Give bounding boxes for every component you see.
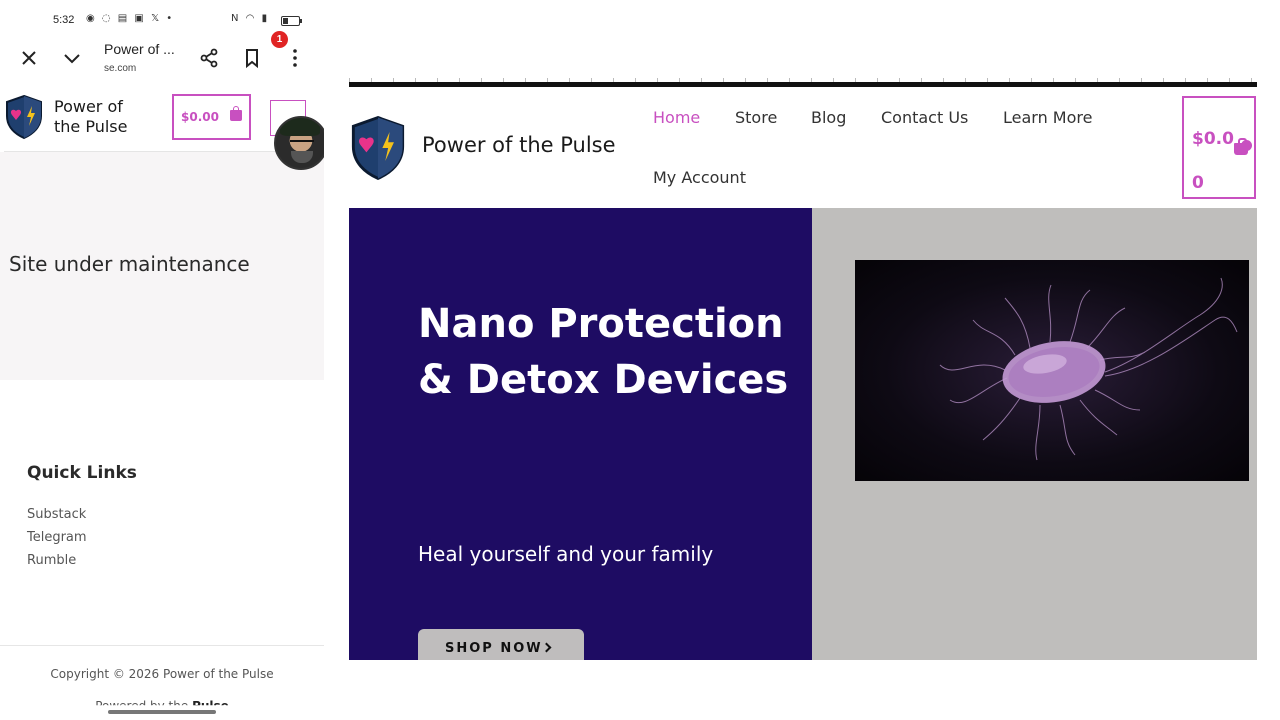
shield-logo-icon[interactable] [4, 94, 44, 140]
maintenance-section: Site under maintenance [0, 152, 324, 380]
chevron-right-icon [541, 642, 552, 653]
browser-page-title[interactable]: Power of ... [104, 41, 175, 57]
share-icon[interactable] [197, 46, 221, 70]
browser-url[interactable]: se.com [104, 63, 136, 74]
notification-icons: ◉ ◌ ▤ ▣ 𝕏 • [86, 13, 175, 24]
cart-total-line2: 0 [1192, 173, 1204, 193]
quick-link-telegram[interactable]: Telegram [27, 530, 87, 545]
notification-badge[interactable]: 1 [271, 31, 288, 48]
avatar-beard [291, 151, 313, 163]
quick-link-substack[interactable]: Substack [27, 507, 86, 522]
mobile-screenshot: 5:32 ◉ ◌ ▤ ▣ 𝕏 • N ◠ ▮ Power of ... se.c… [0, 0, 324, 720]
avatar-glasses [290, 140, 314, 146]
bacteria-illustration [939, 277, 1238, 461]
top-strip [349, 78, 1257, 88]
close-icon[interactable] [17, 46, 41, 70]
shop-now-label: SHOP NOW [445, 641, 543, 656]
hero-title: Nano Protection & Detox Devices [418, 301, 789, 403]
nav-store[interactable]: Store [735, 108, 777, 127]
bacteria-image [855, 260, 1249, 481]
top-strip-bar [349, 82, 1257, 87]
system-status-icons: N ◠ ▮ [231, 13, 270, 24]
shopping-bag-icon [230, 106, 242, 121]
cart-count-dot [1241, 140, 1252, 151]
hero-text-panel: Nano Protection & Detox Devices Heal you… [349, 208, 812, 660]
nav-blog[interactable]: Blog [811, 108, 846, 127]
shop-now-button[interactable]: SHOP NOW [418, 629, 584, 660]
site-name[interactable]: Power of the Pulse [54, 97, 144, 137]
bookmark-icon[interactable] [240, 46, 264, 70]
footer-divider [0, 645, 324, 646]
cart-button[interactable]: $0.0 0 [1182, 96, 1256, 199]
copyright-text: Copyright © 2026 Power of the Pulse [50, 667, 274, 681]
battery-fill [283, 18, 288, 24]
quick-links-title: Quick Links [27, 463, 137, 483]
home-indicator[interactable] [108, 710, 216, 714]
site-name[interactable]: Power of the Pulse [422, 133, 616, 157]
chevron-down-icon[interactable] [60, 46, 84, 70]
avatar[interactable] [274, 116, 324, 170]
cart-button[interactable]: $0.00 [172, 94, 251, 140]
nav-learn-more[interactable]: Learn More [1003, 108, 1092, 127]
maintenance-message: Site under maintenance [9, 252, 250, 276]
nav-home[interactable]: Home [653, 108, 700, 127]
cart-total-line1: $0.0 [1192, 129, 1234, 149]
hero-image-panel [812, 208, 1257, 660]
nav-contact-us[interactable]: Contact Us [881, 108, 968, 127]
shield-logo-icon[interactable] [349, 114, 407, 182]
more-vertical-icon[interactable] [283, 46, 307, 70]
quick-link-rumble[interactable]: Rumble [27, 553, 76, 568]
battery-icon [281, 16, 302, 26]
nav-my-account[interactable]: My Account [653, 168, 746, 187]
avatar-hat [280, 118, 320, 136]
cart-total: $0.00 [181, 110, 219, 124]
status-bar: 5:32 ◉ ◌ ▤ ▣ 𝕏 • N ◠ ▮ [0, 10, 324, 32]
hero-subtitle: Heal yourself and your family [418, 542, 714, 566]
status-time: 5:32 [53, 14, 75, 26]
desktop-screenshot: Power of the Pulse Home Store Blog Conta… [349, 78, 1257, 660]
